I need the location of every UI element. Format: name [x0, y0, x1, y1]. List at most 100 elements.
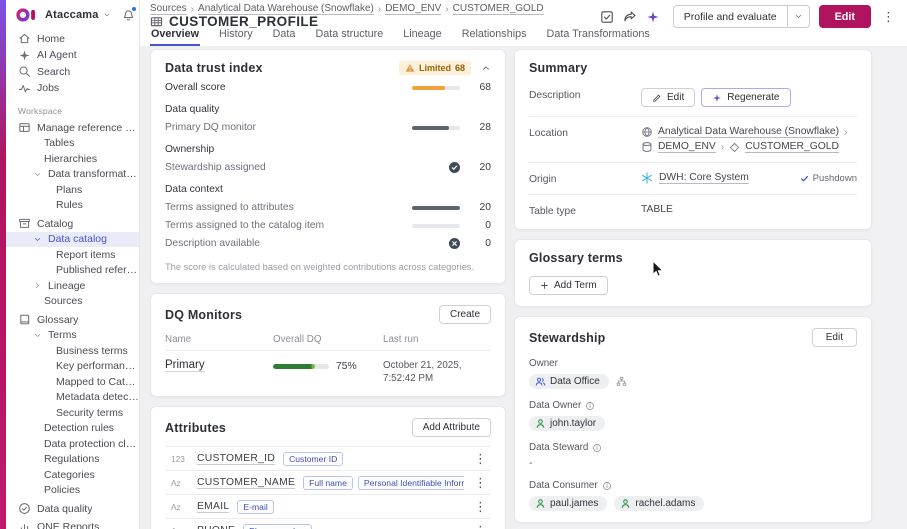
brand-name: Ataccama — [45, 9, 99, 21]
tab-data[interactable]: Data — [272, 24, 297, 46]
info-icon — [592, 443, 602, 453]
info-icon — [585, 401, 595, 411]
sidebar-item-lineage[interactable]: Lineage — [6, 278, 139, 294]
sidebar-item-data-protection-classific[interactable]: Data protection classific... — [6, 436, 139, 452]
breadcrumb-link-customer-gold[interactable]: CUSTOMER_GOLD — [453, 3, 544, 15]
sidebar-item-metadata-detection[interactable]: Metadata detection — [6, 390, 139, 406]
sidebar-item-hierarchies[interactable]: Hierarchies — [6, 151, 139, 167]
sidebar-item-one-reports[interactable]: ONE Reports — [6, 520, 139, 529]
sidebar-item-tables[interactable]: Tables — [6, 136, 139, 152]
sidebar-item-home[interactable]: Home — [6, 31, 139, 47]
dropdown-chevron-icon[interactable] — [787, 6, 809, 27]
attribute-name-link[interactable]: CUSTOMER_ID — [197, 453, 275, 465]
row-menu-icon[interactable]: ⋮ — [472, 452, 489, 465]
sidebar-item-manage-reference-data[interactable]: Manage reference data — [6, 120, 139, 136]
sidebar-item-ai-agent[interactable]: AI Agent — [6, 48, 139, 64]
row-menu-icon[interactable]: ⋮ — [472, 500, 489, 513]
sidebar-item-security-terms[interactable]: Security terms — [6, 405, 139, 421]
consumer-chip-paul-james[interactable]: paul.james — [529, 496, 607, 511]
sidebar-item-glossary[interactable]: Glossary — [6, 312, 139, 328]
monitor-name-link[interactable]: Primary — [165, 359, 205, 372]
source-icon — [641, 126, 653, 138]
profile-evaluate-label[interactable]: Profile and evaluate — [674, 6, 787, 27]
sidebar-item-data-quality[interactable]: Data quality — [6, 501, 139, 517]
collapse-chevron-icon[interactable] — [481, 63, 491, 73]
row-menu-icon[interactable]: ⋮ — [472, 476, 489, 489]
header-actions: Profile and evaluate Edit ⋮ — [600, 5, 897, 28]
sidebar-item-business-terms[interactable]: Business terms — [6, 343, 139, 359]
stewardship-card: Stewardship Edit Owner Data Office Data … — [514, 316, 872, 523]
book-icon — [18, 313, 31, 326]
term-chip[interactable]: E-mail — [237, 500, 273, 514]
sidebar-item-report-items[interactable]: Report items — [6, 247, 139, 263]
owner-chip[interactable]: Data Office — [529, 374, 609, 389]
ataccama-logo-icon[interactable] — [16, 8, 42, 22]
term-chip[interactable]: Customer ID — [283, 452, 343, 466]
location-schema-link[interactable]: DEMO_ENV — [658, 141, 716, 153]
ai-sparkle-icon[interactable] — [646, 10, 660, 24]
card-title: Glossary terms — [529, 251, 623, 265]
sidebar-item-key-performance-indic[interactable]: Key performance indic... — [6, 359, 139, 375]
sidebar-item-policies[interactable]: Policies — [6, 483, 139, 499]
share-icon[interactable] — [623, 10, 637, 24]
score-bar — [412, 86, 460, 90]
tab-relationships[interactable]: Relationships — [461, 24, 528, 46]
check-icon — [800, 174, 809, 183]
sidebar-item-plans[interactable]: Plans — [6, 182, 139, 198]
breadcrumb-link-demo-env[interactable]: DEMO_ENV — [385, 3, 441, 15]
edit-description-button[interactable]: Edit — [641, 88, 695, 107]
row-menu-icon[interactable]: ⋮ — [472, 524, 489, 529]
chevron-down-icon[interactable] — [103, 11, 111, 19]
trust-metric-row: Stewardship assigned20 — [165, 162, 491, 173]
sidebar-item-categories[interactable]: Categories — [6, 467, 139, 483]
topbar: Sources›Analytical Data Warehouse (Snowf… — [140, 0, 907, 46]
sidebar-item-data-catalog[interactable]: Data catalog — [6, 232, 139, 248]
hierarchy-icon[interactable] — [616, 376, 627, 387]
location-source-link[interactable]: Analytical Data Warehouse (Snowflake) — [658, 126, 839, 138]
create-monitor-button[interactable]: Create — [439, 305, 491, 324]
sidebar-item-mapped-to-catalog[interactable]: Mapped to Catalog — [6, 374, 139, 390]
sidebar-item-sources[interactable]: Sources — [6, 294, 139, 310]
profile-evaluate-dropdown[interactable]: Profile and evaluate — [673, 5, 810, 28]
table-icon — [18, 121, 31, 134]
score-bar — [412, 126, 460, 130]
notifications-bell-icon[interactable] — [122, 9, 135, 22]
person-icon — [535, 498, 546, 509]
attribute-name-link[interactable]: CUSTOMER_NAME — [197, 477, 295, 489]
edit-stewardship-button[interactable]: Edit — [812, 328, 857, 347]
location-table-link[interactable]: CUSTOMER_GOLD — [745, 141, 839, 153]
attribute-name-link[interactable]: EMAIL — [197, 501, 229, 513]
person-icon — [535, 418, 546, 429]
sidebar-item-data-transformations[interactable]: Data transformations — [6, 167, 139, 183]
tab-data-structure[interactable]: Data structure — [314, 24, 384, 46]
consumer-chip-rachel-adams[interactable]: rachel.adams — [614, 496, 704, 511]
sidebar-item-regulations[interactable]: Regulations — [6, 452, 139, 468]
data-steward-value: - — [529, 458, 857, 469]
jobs-icon — [18, 82, 31, 95]
tab-lineage[interactable]: Lineage — [402, 24, 442, 46]
data-owner-chip[interactable]: john.taylor — [529, 416, 605, 431]
term-chip[interactable]: Full name — [303, 476, 353, 490]
chevron-right-icon — [33, 281, 42, 290]
tab-history[interactable]: History — [218, 24, 254, 46]
sidebar-item-catalog[interactable]: Catalog — [6, 216, 139, 232]
sidebar-item-terms[interactable]: Terms — [6, 328, 139, 344]
sidebar-item-jobs[interactable]: Jobs — [6, 81, 139, 97]
attribute-name-link[interactable]: PHONE — [197, 525, 235, 529]
trust-metric-row: Description available0 — [165, 238, 491, 249]
attribute-row-customer-id: 123CUSTOMER_IDCustomer ID⋮ — [165, 447, 491, 471]
regenerate-description-button[interactable]: Regenerate — [701, 88, 790, 107]
add-attribute-button[interactable]: Add Attribute — [412, 418, 491, 437]
add-term-button[interactable]: Add Term — [529, 276, 608, 295]
tasks-checkbox-icon[interactable] — [600, 10, 614, 24]
sidebar-item-published-reference-data[interactable]: Published reference data — [6, 263, 139, 279]
term-chip[interactable]: Personal Identifiable Information — [358, 476, 464, 490]
sidebar-item-search[interactable]: Search — [6, 64, 139, 80]
origin-system-link[interactable]: DWH: Core System — [659, 172, 749, 184]
edit-button[interactable]: Edit — [819, 5, 871, 28]
tab-overview[interactable]: Overview — [150, 24, 200, 46]
overflow-menu-icon[interactable]: ⋮ — [880, 10, 897, 23]
term-chip[interactable]: Phone number — [243, 524, 311, 529]
sidebar-item-rules[interactable]: Rules — [6, 198, 139, 214]
sidebar-item-detection-rules[interactable]: Detection rules — [6, 421, 139, 437]
